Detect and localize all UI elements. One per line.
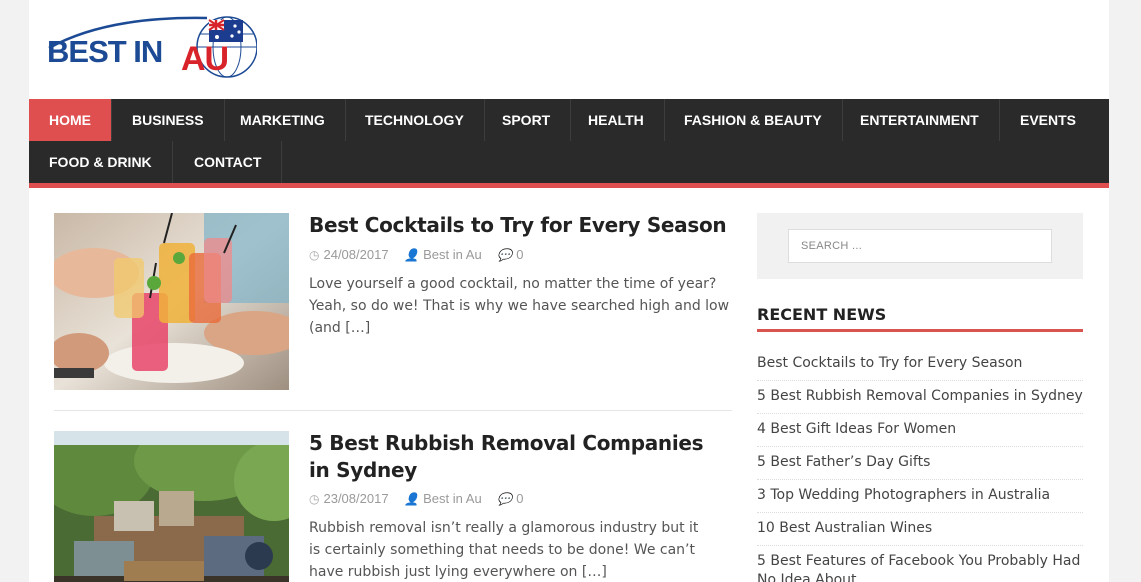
nav-item-health[interactable]: HEALTH (568, 99, 665, 141)
comment-icon: 💬 (497, 248, 513, 262)
rubbish-image (54, 431, 289, 582)
post-author[interactable]: Best in Au (423, 247, 482, 262)
post-meta: ◷ 24/08/2017 👤 Best in Au 💬 0 (309, 247, 536, 262)
user-icon: 👤 (404, 492, 420, 506)
post-comments[interactable]: 0 (516, 491, 523, 506)
recent-news-item[interactable]: 10 Best Australian Wines (757, 519, 1083, 546)
recent-news-item[interactable]: Best Cocktails to Try for Every Season (757, 354, 1083, 381)
search-widget: SEARCH ... (757, 213, 1083, 279)
recent-news-item[interactable]: 5 Best Features of Facebook You Probably… (757, 552, 1083, 582)
recent-news-title: RECENT NEWS (757, 305, 887, 324)
search-input[interactable]: SEARCH ... (788, 229, 1052, 263)
post-divider (54, 410, 732, 411)
logo-text-best-in: BEST IN (47, 34, 163, 69)
clock-icon: ◷ (309, 248, 320, 262)
site-logo[interactable]: BEST IN AU (47, 14, 257, 80)
nav-item-food-drink[interactable]: FOOD & DRINK (29, 141, 173, 183)
nav-item-entertainment[interactable]: ENTERTAINMENT (840, 99, 1000, 141)
cocktails-image (54, 213, 289, 390)
recent-news-item[interactable]: 4 Best Gift Ideas For Women (757, 420, 1083, 447)
post-excerpt: Love yourself a good cocktail, no matter… (309, 273, 739, 339)
post-thumbnail-cocktails[interactable] (54, 213, 289, 390)
post-author[interactable]: Best in Au (423, 491, 482, 506)
nav-item-business[interactable]: BUSINESS (112, 99, 225, 141)
clock-icon: ◷ (309, 492, 320, 506)
nav-item-sport[interactable]: SPORT (482, 99, 572, 141)
nav-item-fashion-beauty[interactable]: FASHION & BEAUTY (664, 99, 843, 141)
comment-icon: 💬 (497, 492, 513, 506)
post-excerpt-text: Love yourself a good cocktail, no matter… (309, 276, 730, 336)
user-icon: 👤 (404, 248, 420, 262)
recent-news-item[interactable]: 3 Top Wedding Photographers in Australia (757, 486, 1083, 513)
post-title[interactable]: Best Cocktails to Try for Every Season (309, 212, 729, 239)
recent-news-item[interactable]: 5 Best Father’s Day Gifts (757, 453, 1083, 480)
nav-accent-bar (29, 183, 1109, 188)
page-wrapper: BEST IN AU HOME BUSINESS MARKETING TECHN… (29, 0, 1109, 582)
logo-text-au: AU (181, 40, 229, 78)
nav-item-contact[interactable]: CONTACT (174, 141, 283, 183)
nav-item-technology[interactable]: TECHNOLOGY (345, 99, 485, 141)
post-excerpt-text: Rubbish removal isn’t really a glamorous… (309, 520, 699, 580)
post-excerpt: Rubbish removal isn’t really a glamorous… (309, 517, 699, 582)
read-more-link[interactable]: […] (345, 320, 370, 336)
post-date: 23/08/2017 (323, 491, 389, 506)
nav-item-marketing[interactable]: MARKETING (220, 99, 346, 141)
post-date: 24/08/2017 (323, 247, 389, 262)
nav-item-events[interactable]: EVENTS (1000, 99, 1096, 141)
post-title[interactable]: 5 Best Rubbish Removal Companies in Sydn… (309, 430, 729, 484)
main-navigation: HOME BUSINESS MARKETING TECHNOLOGY SPORT… (29, 99, 1109, 183)
post-thumbnail-rubbish[interactable] (54, 431, 289, 582)
read-more-link[interactable]: […] (582, 564, 607, 580)
post-comments[interactable]: 0 (516, 247, 523, 262)
recent-news-item[interactable]: 5 Best Rubbish Removal Companies in Sydn… (757, 387, 1083, 414)
widget-title-underline (757, 329, 1083, 332)
nav-item-home[interactable]: HOME (29, 99, 112, 141)
post-meta: ◷ 23/08/2017 👤 Best in Au 💬 0 (309, 491, 536, 506)
